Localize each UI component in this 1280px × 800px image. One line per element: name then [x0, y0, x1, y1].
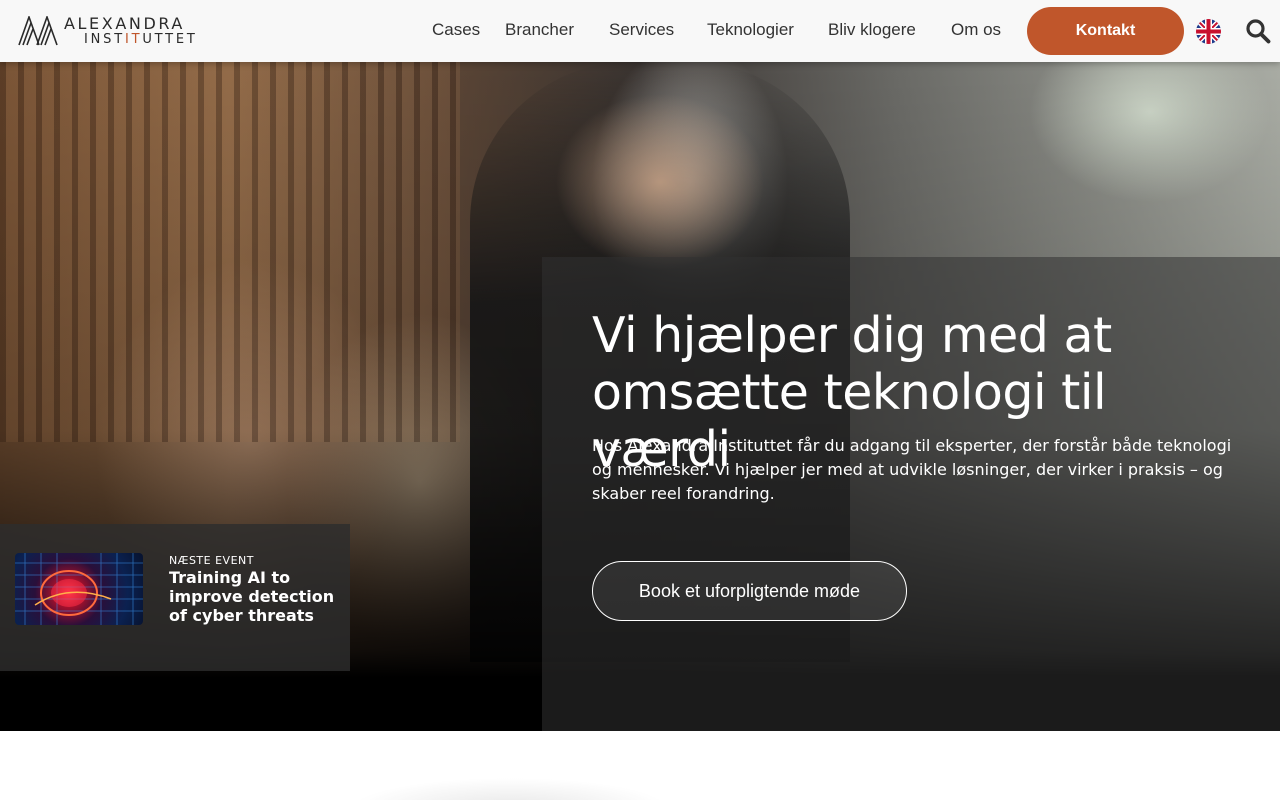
nav-brancher[interactable]: Brancher [505, 20, 574, 40]
event-kicker: NÆSTE EVENT [169, 554, 254, 567]
event-thumbnail [15, 553, 143, 625]
below-hero-decoration [300, 740, 720, 800]
hero-panel: Vi hjælper dig med at omsætte teknologi … [542, 257, 1280, 731]
logo-mark-icon [18, 16, 58, 46]
logo-subline: INSTITUTTET [84, 32, 198, 47]
hero-section: Vi hjælper dig med at omsætte teknologi … [0, 62, 1280, 731]
next-event-card[interactable]: NÆSTE EVENT Training AI to improve detec… [0, 524, 350, 671]
contact-button[interactable]: Kontakt [1027, 7, 1184, 55]
logo[interactable]: ALEXANDRA INSTITUTTET [18, 14, 195, 48]
uk-flag-icon[interactable] [1196, 19, 1221, 44]
nav-cases[interactable]: Cases [432, 20, 480, 40]
nav-teknologier[interactable]: Teknologier [707, 20, 794, 40]
logo-wordmark: ALEXANDRA [64, 14, 185, 33]
hero-text: Hos Alexandra Instituttet får du adgang … [592, 436, 1232, 503]
site-header: ALEXANDRA INSTITUTTET Cases Brancher Ser… [0, 0, 1280, 62]
event-title: Training AI to improve detection of cybe… [169, 568, 335, 625]
nav-om-os[interactable]: Om os [951, 20, 1001, 40]
search-icon[interactable] [1245, 18, 1271, 44]
nav-bliv-klogere[interactable]: Bliv klogere [828, 20, 916, 40]
book-meeting-button[interactable]: Book et uforpligtende møde [592, 561, 907, 621]
nav-services[interactable]: Services [609, 20, 674, 40]
